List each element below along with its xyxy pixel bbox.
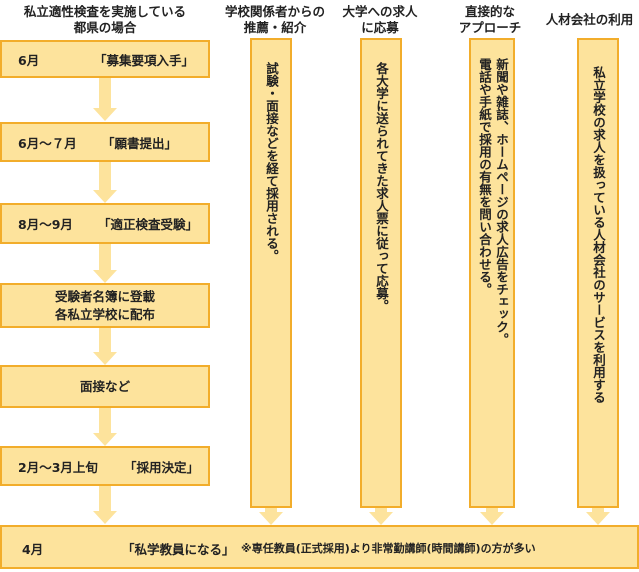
flow-arrow xyxy=(93,244,117,283)
step-text: 「願書提出」 xyxy=(102,135,178,151)
flow-step-aptitude-test: 8月～9月 「適正検査受験」 xyxy=(0,203,210,244)
header-line: アプローチ xyxy=(458,20,522,35)
flow-arrow xyxy=(93,328,117,365)
column-university: 各大学に送られてきた求人票に従って応募。 xyxy=(360,38,402,508)
result-month: 4月 xyxy=(22,542,44,557)
header-line: 私立適性検査を実施している xyxy=(23,4,187,19)
header-staffing-agency: 人材会社の利用 xyxy=(540,12,639,28)
column-text: 各大学に送られてきた求人票に従って応募。 xyxy=(374,62,389,312)
flow-arrow xyxy=(369,508,393,525)
header-line: 学校関係者からの xyxy=(224,4,325,19)
flow-arrow xyxy=(259,508,283,525)
flow-arrow xyxy=(586,508,610,525)
flow-arrow xyxy=(93,486,117,524)
column-direct-approach: 新聞や雑誌、ホームページの求人広告をチェック。 電話や手紙で採用の有無を問い合わ… xyxy=(469,38,515,508)
header-school-referral: 学校関係者からの 推薦・紹介 xyxy=(220,4,330,36)
flow-arrow xyxy=(93,408,117,446)
column-staffing-agency: 私立学校の求人を扱っている人材会社のサービスを利用する xyxy=(577,38,619,508)
flow-step-application: 6月～７月 「願書提出」 xyxy=(0,122,210,162)
header-line: 大学への求人 xyxy=(342,4,418,19)
result-text: 「私学教員になる」 xyxy=(122,542,235,557)
step-month: 2月～3月上旬 xyxy=(18,459,98,475)
result-become-teacher: 4月 「私学教員になる」 ※専任教員(正式採用)より非常勤講師(時間講師)の方が… xyxy=(0,525,639,569)
header-prefecture-exam: 私立適性検査を実施している 都県の場合 xyxy=(0,4,210,36)
step-month: 6月 xyxy=(18,52,40,68)
column-text: 新聞や雑誌、ホームページの求人広告をチェック。 xyxy=(494,58,509,346)
step-text: 各私立学校に配布 xyxy=(54,306,155,322)
step-month: 6月～７月 xyxy=(18,135,77,151)
flow-arrow xyxy=(480,508,504,525)
header-line: 直接的な xyxy=(464,4,515,19)
column-text: 私立学校の求人を扱っている人材会社のサービスを利用する xyxy=(591,66,606,404)
flow-step-hiring-decision: 2月～3月上旬 「採用決定」 xyxy=(0,446,210,486)
header-university: 大学への求人 に応募 xyxy=(335,4,425,36)
column-text: 電話や手紙で採用の有無を問い合わせる。 xyxy=(477,58,492,296)
header-line: 都県の場合 xyxy=(73,20,137,35)
step-text: 「適正検査受験」 xyxy=(98,217,199,232)
flow-step-interview: 面接など xyxy=(0,365,210,408)
column-school-referral: 試験・面接などを経て採用される。 xyxy=(250,38,292,508)
result-note: ※専任教員(正式採用)より非常勤講師(時間講師)の方が多い xyxy=(241,542,536,555)
header-line: に応募 xyxy=(361,20,399,35)
header-line: 人材会社の利用 xyxy=(545,12,634,27)
step-text: 受験者名簿に登載 xyxy=(54,288,155,304)
header-direct-approach: 直接的な アプローチ xyxy=(440,4,540,36)
step-text: 「採用決定」 xyxy=(124,459,200,475)
step-month: 8月～9月 xyxy=(18,217,73,232)
flow-arrow xyxy=(93,78,117,121)
flow-step-registry: 受験者名簿に登載 各私立学校に配布 xyxy=(0,283,210,328)
header-line: 推薦・紹介 xyxy=(243,20,307,35)
flow-arrow xyxy=(93,162,117,203)
flow-step-recruitment: 6月 「募集要項入手」 xyxy=(0,40,210,78)
column-text: 試験・面接などを経て採用される。 xyxy=(264,62,279,262)
step-text: 「募集要項入手」 xyxy=(94,52,195,68)
step-text: 面接など xyxy=(79,378,130,394)
